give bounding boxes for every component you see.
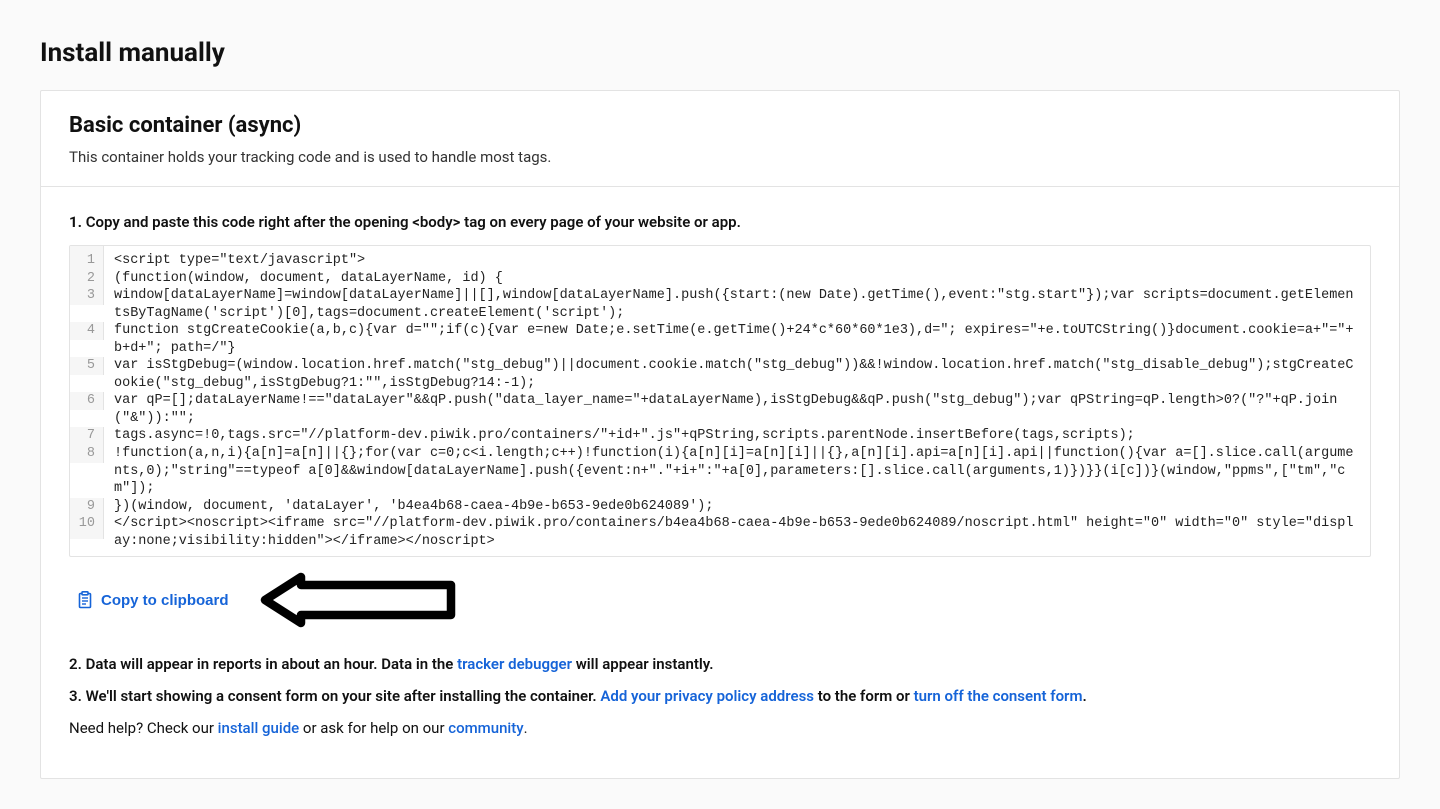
step-3: 3. We'll start showing a consent form on…	[69, 687, 1371, 705]
privacy-policy-link[interactable]: Add your privacy policy address	[600, 687, 814, 705]
step-2-prefix: Data will appear in reports in about an …	[86, 655, 458, 673]
help-mid: or ask for help on our	[299, 719, 448, 737]
card-title: Basic container (async)	[69, 113, 1371, 138]
tracker-debugger-link[interactable]: tracker debugger	[457, 655, 572, 673]
line-number: 6	[70, 392, 104, 410]
code-line: })(window, document, 'dataLayer', 'b4ea4…	[104, 498, 1370, 516]
code-row: 5var isStgDebug=(window.location.href.ma…	[70, 357, 1370, 392]
code-row: 6var qP=[];dataLayerName!=="dataLayer"&&…	[70, 392, 1370, 427]
code-line: var isStgDebug=(window.location.href.mat…	[104, 357, 1370, 392]
step-1: 1. Copy and paste this code right after …	[69, 213, 1371, 231]
basic-container-card: Basic container (async) This container h…	[40, 90, 1400, 779]
code-line: (function(window, document, dataLayerNam…	[104, 270, 1370, 288]
step-3-suffix: .	[1082, 687, 1086, 705]
step-1-text: Copy and paste this code right after the…	[86, 213, 741, 231]
code-line: </script><noscript><iframe src="//platfo…	[104, 515, 1370, 556]
code-line: var qP=[];dataLayerName!=="dataLayer"&&q…	[104, 392, 1370, 427]
copy-to-clipboard-button[interactable]: Copy to clipboard	[69, 587, 237, 613]
line-number: 1	[70, 246, 104, 270]
line-number: 7	[70, 427, 104, 445]
code-row: 7tags.async=!0,tags.src="//platform-dev.…	[70, 427, 1370, 445]
step-1-number: 1.	[69, 213, 82, 231]
line-number: 4	[70, 322, 104, 340]
step-3-mid: to the form or	[814, 687, 914, 705]
card-body: 1. Copy and paste this code right after …	[41, 187, 1399, 778]
step-3-prefix: We'll start showing a consent form on yo…	[86, 687, 601, 705]
code-row: 2(function(window, document, dataLayerNa…	[70, 270, 1370, 288]
help-suffix: .	[524, 719, 528, 737]
line-number: 9	[70, 498, 104, 516]
line-number: 8	[70, 445, 104, 463]
line-number: 3	[70, 287, 104, 305]
code-row: 10</script><noscript><iframe src="//plat…	[70, 515, 1370, 556]
code-line: tags.async=!0,tags.src="//platform-dev.p…	[104, 427, 1370, 445]
code-row: 3window[dataLayerName]=window[dataLayerN…	[70, 287, 1370, 322]
clipboard-icon	[77, 591, 93, 609]
help-text: Need help? Check our install guide or as…	[69, 719, 1371, 737]
code-line: <script type="text/javascript">	[104, 246, 1370, 270]
card-subtitle: This container holds your tracking code …	[69, 148, 1371, 166]
line-number: 2	[70, 270, 104, 288]
code-line: window[dataLayerName]=window[dataLayerNa…	[104, 287, 1370, 322]
help-prefix: Need help? Check our	[69, 719, 218, 737]
code-row: 9})(window, document, 'dataLayer', 'b4ea…	[70, 498, 1370, 516]
arrow-left-annotation-icon	[259, 571, 459, 629]
code-row: 1<script type="text/javascript">	[70, 246, 1370, 270]
code-row: 8!function(a,n,i){a[n]=a[n]||{};for(var …	[70, 445, 1370, 498]
line-number: 5	[70, 357, 104, 375]
step-2-number: 2.	[69, 655, 82, 673]
page-title: Install manually	[40, 38, 1400, 68]
code-line: !function(a,n,i){a[n]=a[n]||{};for(var c…	[104, 445, 1370, 498]
code-block[interactable]: 1<script type="text/javascript">2(functi…	[69, 245, 1371, 557]
copy-label: Copy to clipboard	[101, 592, 229, 609]
install-guide-link[interactable]: install guide	[218, 719, 300, 737]
line-number: 10	[70, 515, 104, 539]
turn-off-consent-link[interactable]: turn off the consent form	[914, 687, 1083, 705]
step-2: 2. Data will appear in reports in about …	[69, 655, 1371, 673]
code-row: 4function stgCreateCookie(a,b,c){var d="…	[70, 322, 1370, 357]
code-line: function stgCreateCookie(a,b,c){var d=""…	[104, 322, 1370, 357]
step-3-number: 3.	[69, 687, 82, 705]
copy-row: Copy to clipboard	[69, 571, 1371, 629]
step-2-suffix: will appear instantly.	[572, 655, 714, 673]
community-link[interactable]: community	[448, 719, 523, 737]
card-header: Basic container (async) This container h…	[41, 91, 1399, 187]
